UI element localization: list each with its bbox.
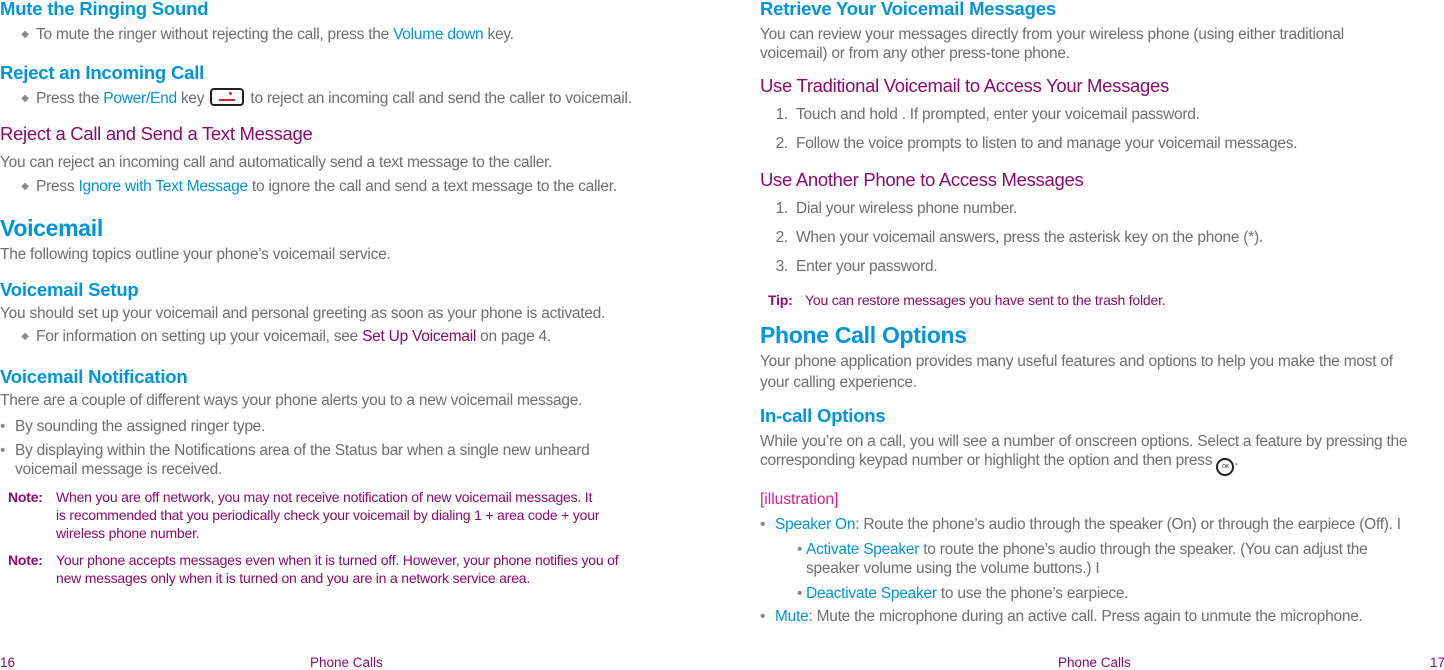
- heading-reject-call: Reject an Incoming Call: [0, 62, 205, 83]
- notification-bullet: • By sounding the assigned ringer type.: [0, 418, 266, 435]
- incall-intro: While you’re on a call, you will see a n…: [760, 433, 1408, 450]
- option-speaker-on: • Speaker On: Route the phone’s audio thr…: [760, 516, 1401, 533]
- note-off-network-line: wireless phone number.: [56, 525, 200, 541]
- speaker-on-link[interactable]: Speaker On: [775, 516, 855, 533]
- diamond-bullet-icon: ◆: [21, 29, 29, 40]
- note-off-network: Note: When you are off network, you may n…: [8, 489, 593, 505]
- heading-mute-ringing: Mute the Ringing Sound: [0, 0, 209, 19]
- bullet-ignore-text: ◆ Press Ignore with Text Message to ignor…: [0, 178, 617, 196]
- option-activate-speaker-continued: speaker volume using the volume buttons.…: [806, 560, 1100, 577]
- heading-incall-options: In-call Options: [760, 405, 886, 426]
- deactivate-speaker-link[interactable]: Deactivate Speaker: [806, 585, 937, 602]
- option-activate-speaker: • Activate Speaker to route the phone’s a…: [797, 541, 1368, 558]
- incall-intro: corresponding keypad number or highlight…: [760, 452, 1239, 476]
- diamond-bullet-icon: ◆: [21, 181, 29, 192]
- diamond-bullet-icon: ◆: [21, 93, 29, 104]
- heading-retrieve-voicemail: Retrieve Your Voicemail Messages: [760, 0, 1056, 19]
- heading-voicemail: Voicemail: [0, 215, 103, 241]
- dot-bullet-icon: •: [760, 516, 766, 533]
- heading-voicemail-setup: Voicemail Setup: [0, 279, 139, 300]
- voicemail-intro: The following topics outline your phone’…: [0, 246, 391, 263]
- mute-link[interactable]: Mute: [775, 608, 809, 625]
- option-mute: • Mute: Mute the microphone during an act…: [760, 608, 1363, 625]
- notification-intro: There are a couple of different ways you…: [0, 392, 583, 409]
- heading-reject-text: Reject a Call and Send a Text Message: [0, 123, 313, 144]
- ignore-with-text-link[interactable]: Ignore with Text Message: [78, 178, 248, 195]
- diamond-bullet-icon: ◆: [21, 331, 29, 342]
- bullet-reject-call: ◆ Press the Power/End key to reject an in…: [0, 88, 632, 108]
- dot-bullet-icon: •: [0, 442, 6, 459]
- options-intro: your calling experience.: [760, 374, 917, 391]
- volume-down-link[interactable]: Volume down: [393, 26, 484, 43]
- heading-phone-call-options: Phone Call Options: [760, 322, 967, 348]
- ok-key-icon: OK: [1216, 458, 1235, 476]
- step-item: 2. When your voicemail answers, press the…: [775, 229, 1264, 246]
- note-turned-off-line: new messages only when it is turned on a…: [56, 570, 531, 586]
- reject-text-intro: You can reject an incoming call and auto…: [0, 154, 553, 171]
- option-deactivate-speaker: • Deactivate Speaker to use the phone’s e…: [797, 585, 1129, 602]
- tip-label: Tip:: [768, 292, 793, 308]
- note-off-network-line: is recommended that you periodically che…: [56, 507, 600, 523]
- activate-speaker-link[interactable]: Activate Speaker: [806, 541, 919, 558]
- notification-bullet: • By displaying within the Notifications …: [0, 442, 590, 459]
- dot-bullet-icon: •: [0, 418, 6, 435]
- step-item: 2. Follow the voice prompts to listen to …: [775, 135, 1298, 152]
- tip-trash: Tip: You can restore messages you have se…: [768, 292, 1166, 308]
- step-item: 1. Dial your wireless phone number.: [775, 200, 1018, 217]
- heading-another-phone: Use Another Phone to Access Messages: [760, 169, 1084, 190]
- heading-traditional-voicemail: Use Traditional Voicemail to Access Your…: [760, 75, 1169, 96]
- heading-voicemail-notification: Voicemail Notification: [0, 366, 188, 387]
- step-item: 3. Enter your password.: [775, 258, 938, 275]
- note-turned-off: Note: Your phone accepts messages even wh…: [8, 552, 619, 568]
- setup-intro: You should set up your voicemail and per…: [0, 305, 606, 322]
- power-end-link[interactable]: Power/End: [103, 90, 177, 107]
- retrieve-intro: You can review your messages directly fr…: [760, 26, 1344, 43]
- note-label: Note:: [8, 489, 43, 505]
- end-call-key-icon: [210, 88, 245, 106]
- bullet-setup-info: ◆ For information on setting up your voic…: [0, 328, 551, 346]
- dot-bullet-icon: •: [797, 541, 803, 558]
- illustration-placeholder: [illustration]: [760, 491, 839, 508]
- retrieve-intro: voicemail) or from any other press-tone …: [760, 45, 1070, 62]
- dot-bullet-icon: •: [797, 585, 803, 602]
- set-up-voicemail-link[interactable]: Set Up Voicemail: [362, 328, 476, 345]
- notification-bullet-continued: voicemail message is received.: [15, 461, 223, 478]
- step-item: 1. Touch and hold . If prompted, enter yo…: [775, 106, 1200, 123]
- bullet-mute-ringer: ◆ To mute the ringer without rejecting th…: [0, 26, 514, 44]
- options-intro: Your phone application provides many use…: [760, 353, 1393, 370]
- note-label: Note:: [8, 552, 43, 568]
- dot-bullet-icon: •: [760, 608, 766, 625]
